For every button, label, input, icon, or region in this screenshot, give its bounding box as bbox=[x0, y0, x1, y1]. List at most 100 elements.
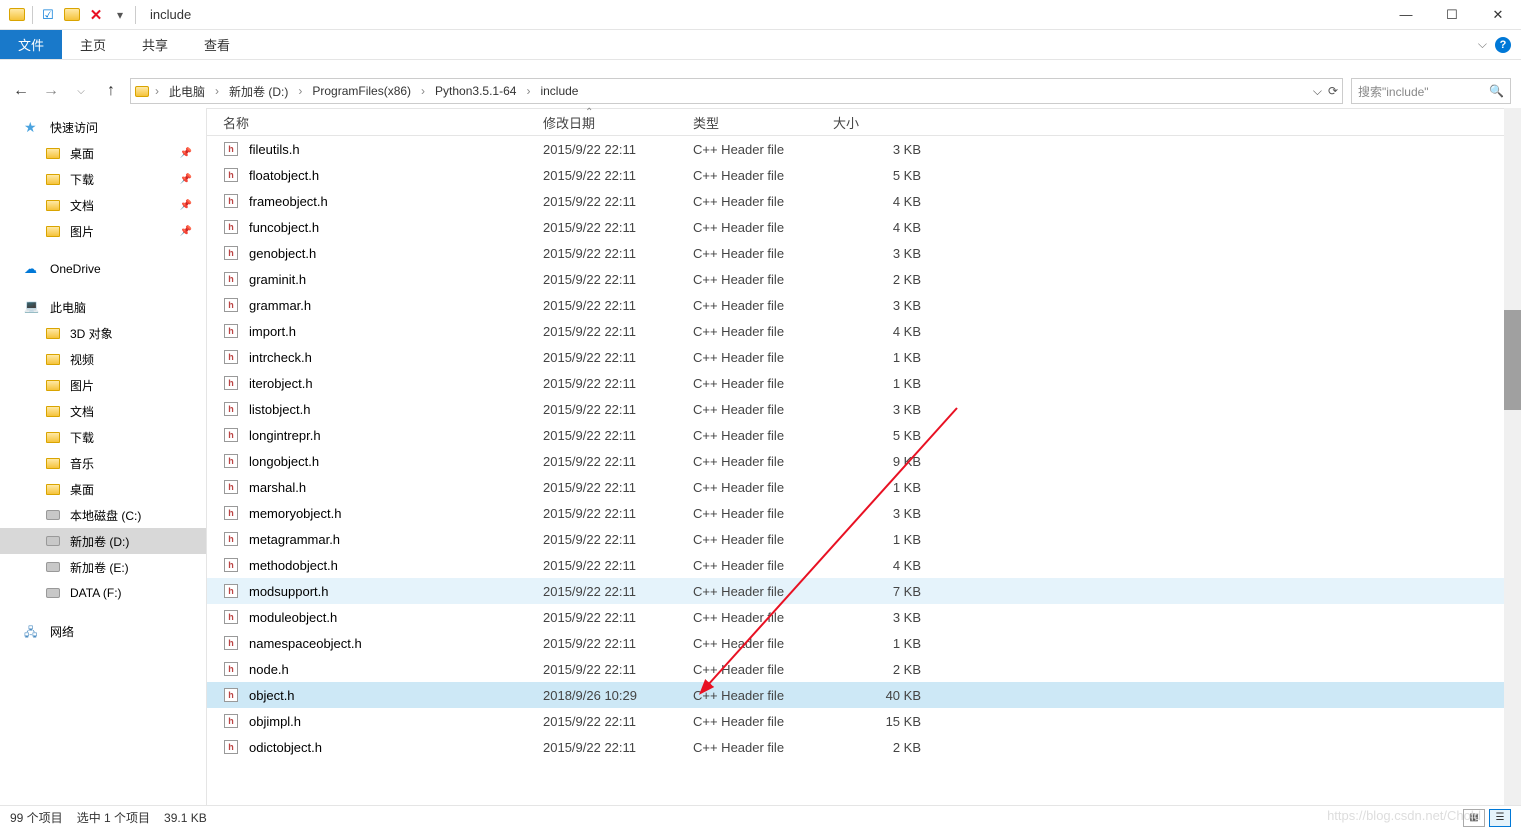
file-row[interactable]: node.h 2015/9/22 22:11 C++ Header file 2… bbox=[207, 656, 1521, 682]
nav-quick-item[interactable]: 桌面📌 bbox=[0, 140, 206, 166]
refresh-icon[interactable]: ⟳ bbox=[1328, 84, 1338, 98]
file-row[interactable]: odictobject.h 2015/9/22 22:11 C++ Header… bbox=[207, 734, 1521, 760]
file-row[interactable]: iterobject.h 2015/9/22 22:11 C++ Header … bbox=[207, 370, 1521, 396]
file-row[interactable]: methodobject.h 2015/9/22 22:11 C++ Heade… bbox=[207, 552, 1521, 578]
file-row[interactable]: objimpl.h 2015/9/22 22:11 C++ Header fil… bbox=[207, 708, 1521, 734]
file-row[interactable]: longintrepr.h 2015/9/22 22:11 C++ Header… bbox=[207, 422, 1521, 448]
file-row[interactable]: object.h 2018/9/26 10:29 C++ Header file… bbox=[207, 682, 1521, 708]
nav-pc-item[interactable]: 桌面 bbox=[0, 476, 206, 502]
file-type: C++ Header file bbox=[693, 558, 833, 573]
nav-pc-item[interactable]: 图片 bbox=[0, 372, 206, 398]
nav-label: 图片 bbox=[70, 223, 94, 240]
nav-pc-item[interactable]: 文档 bbox=[0, 398, 206, 424]
up-button[interactable]: ↑ bbox=[100, 80, 122, 102]
file-row[interactable]: funcobject.h 2015/9/22 22:11 C++ Header … bbox=[207, 214, 1521, 240]
ribbon-tab-share[interactable]: 共享 bbox=[124, 30, 186, 59]
ribbon-file-tab[interactable]: 文件 bbox=[0, 30, 62, 59]
file-row[interactable]: floatobject.h 2015/9/22 22:11 C++ Header… bbox=[207, 162, 1521, 188]
file-list[interactable]: fileutils.h 2015/9/22 22:11 C++ Header f… bbox=[207, 136, 1521, 805]
help-icon[interactable]: ? bbox=[1495, 37, 1511, 53]
ribbon-expand-icon[interactable]: ⌵ bbox=[1478, 37, 1487, 52]
nav-network[interactable]: 🖧 网络 bbox=[0, 618, 206, 644]
minimize-button[interactable]: — bbox=[1383, 0, 1429, 30]
crumb-pc[interactable]: 此电脑 bbox=[165, 83, 209, 100]
file-row[interactable]: listobject.h 2015/9/22 22:11 C++ Header … bbox=[207, 396, 1521, 422]
file-name: objimpl.h bbox=[249, 714, 543, 729]
crumb-sep[interactable]: › bbox=[524, 84, 532, 98]
nav-pc-item[interactable]: 新加卷 (E:) bbox=[0, 554, 206, 580]
nav-pc-item[interactable]: DATA (F:) bbox=[0, 580, 206, 606]
address-bar: ← → ⌵ ↑ › 此电脑 › 新加卷 (D:) › ProgramFiles(… bbox=[0, 74, 1521, 108]
nav-onedrive[interactable]: ☁ OneDrive bbox=[0, 256, 206, 282]
file-type: C++ Header file bbox=[693, 688, 833, 703]
crumb-sep[interactable]: › bbox=[153, 84, 161, 98]
file-size: 1 KB bbox=[833, 636, 921, 651]
col-header-type[interactable]: 类型 bbox=[693, 113, 833, 132]
nav-pc-item[interactable]: 3D 对象 bbox=[0, 320, 206, 346]
crumb-sep[interactable]: › bbox=[296, 84, 304, 98]
col-header-name[interactable]: 名称 bbox=[223, 113, 543, 132]
crumb-programfiles[interactable]: ProgramFiles(x86) bbox=[308, 84, 415, 98]
nav-quick-item[interactable]: 下载📌 bbox=[0, 166, 206, 192]
nav-label: 桌面 bbox=[70, 481, 94, 498]
back-button[interactable]: ← bbox=[10, 80, 32, 102]
file-row[interactable]: longobject.h 2015/9/22 22:11 C++ Header … bbox=[207, 448, 1521, 474]
nav-label: 新加卷 (D:) bbox=[70, 533, 129, 550]
crumb-include[interactable]: include bbox=[536, 84, 582, 98]
qat-customize-icon[interactable]: ▾ bbox=[111, 6, 129, 24]
file-row[interactable]: metagrammar.h 2015/9/22 22:11 C++ Header… bbox=[207, 526, 1521, 552]
nav-this-pc[interactable]: 💻 此电脑 bbox=[0, 294, 206, 320]
file-type: C++ Header file bbox=[693, 376, 833, 391]
nav-quick-access[interactable]: ★ 快速访问 bbox=[0, 114, 206, 140]
nav-pc-item[interactable]: 新加卷 (D:) bbox=[0, 528, 206, 554]
forward-button[interactable]: → bbox=[40, 80, 62, 102]
header-file-icon bbox=[223, 479, 239, 495]
file-row[interactable]: moduleobject.h 2015/9/22 22:11 C++ Heade… bbox=[207, 604, 1521, 630]
file-row[interactable]: import.h 2015/9/22 22:11 C++ Header file… bbox=[207, 318, 1521, 344]
ribbon-tab-view[interactable]: 查看 bbox=[186, 30, 248, 59]
crumb-drive[interactable]: 新加卷 (D:) bbox=[225, 83, 292, 100]
outer-scrollbar[interactable] bbox=[1504, 108, 1521, 780]
qat-delete-icon[interactable]: ✕ bbox=[87, 6, 105, 24]
addr-dropdown-icon[interactable]: ⌵ bbox=[1313, 84, 1322, 99]
breadcrumb-bar[interactable]: › 此电脑 › 新加卷 (D:) › ProgramFiles(x86) › P… bbox=[130, 78, 1343, 104]
file-row[interactable]: fileutils.h 2015/9/22 22:11 C++ Header f… bbox=[207, 136, 1521, 162]
col-header-date[interactable]: 修改日期 bbox=[543, 113, 693, 132]
nav-quick-item[interactable]: 文档📌 bbox=[0, 192, 206, 218]
qat-properties-icon[interactable]: ☑ bbox=[39, 6, 57, 24]
nav-pc-item[interactable]: 本地磁盘 (C:) bbox=[0, 502, 206, 528]
col-header-size[interactable]: 大小 bbox=[833, 113, 923, 132]
qat-newfolder-icon[interactable] bbox=[63, 6, 81, 24]
file-row[interactable]: frameobject.h 2015/9/22 22:11 C++ Header… bbox=[207, 188, 1521, 214]
file-size: 5 KB bbox=[833, 428, 921, 443]
header-file-icon bbox=[223, 375, 239, 391]
outer-scrollbar-thumb[interactable] bbox=[1504, 310, 1521, 410]
file-row[interactable]: genobject.h 2015/9/22 22:11 C++ Header f… bbox=[207, 240, 1521, 266]
view-details-button[interactable]: ☰ bbox=[1489, 809, 1511, 827]
file-type: C++ Header file bbox=[693, 454, 833, 469]
file-row[interactable]: graminit.h 2015/9/22 22:11 C++ Header fi… bbox=[207, 266, 1521, 292]
maximize-button[interactable]: ☐ bbox=[1429, 0, 1475, 30]
file-name: funcobject.h bbox=[249, 220, 543, 235]
close-button[interactable]: ✕ bbox=[1475, 0, 1521, 30]
ribbon-tab-home[interactable]: 主页 bbox=[62, 30, 124, 59]
file-row[interactable]: memoryobject.h 2015/9/22 22:11 C++ Heade… bbox=[207, 500, 1521, 526]
file-size: 7 KB bbox=[833, 584, 921, 599]
nav-label: 桌面 bbox=[70, 145, 94, 162]
file-size: 3 KB bbox=[833, 246, 921, 261]
file-row[interactable]: namespaceobject.h 2015/9/22 22:11 C++ He… bbox=[207, 630, 1521, 656]
file-row[interactable]: modsupport.h 2015/9/22 22:11 C++ Header … bbox=[207, 578, 1521, 604]
recent-dropdown[interactable]: ⌵ bbox=[70, 80, 92, 102]
crumb-python[interactable]: Python3.5.1-64 bbox=[431, 84, 520, 98]
nav-pc-item[interactable]: 下载 bbox=[0, 424, 206, 450]
search-box[interactable]: 搜索"include" 🔍 bbox=[1351, 78, 1511, 104]
crumb-sep[interactable]: › bbox=[213, 84, 221, 98]
file-row[interactable]: grammar.h 2015/9/22 22:11 C++ Header fil… bbox=[207, 292, 1521, 318]
nav-pc-item[interactable]: 音乐 bbox=[0, 450, 206, 476]
divider bbox=[135, 6, 136, 24]
file-row[interactable]: marshal.h 2015/9/22 22:11 C++ Header fil… bbox=[207, 474, 1521, 500]
nav-quick-item[interactable]: 图片📌 bbox=[0, 218, 206, 244]
file-row[interactable]: intrcheck.h 2015/9/22 22:11 C++ Header f… bbox=[207, 344, 1521, 370]
nav-pc-item[interactable]: 视频 bbox=[0, 346, 206, 372]
crumb-sep[interactable]: › bbox=[419, 84, 427, 98]
